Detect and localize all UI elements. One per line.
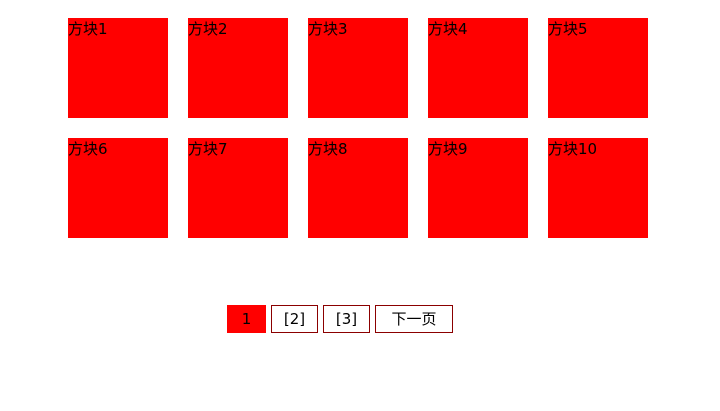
page-link-3[interactable]: [3] [323, 305, 370, 333]
tile-label: 方块2 [188, 20, 228, 38]
next-page-button[interactable]: 下一页 [375, 305, 453, 333]
tile-label: 方块9 [428, 140, 468, 158]
tile-4: 方块4 [428, 18, 528, 118]
tile-9: 方块9 [428, 138, 528, 238]
tile-7: 方块7 [188, 138, 288, 238]
tile-label: 方块10 [548, 140, 598, 158]
tile-grid: 方块1 方块2 方块3 方块4 方块5 方块6 方块7 方块8 方块9 方块10 [68, 18, 648, 238]
tile-1: 方块1 [68, 18, 168, 118]
tile-label: 方块3 [308, 20, 348, 38]
tile-2: 方块2 [188, 18, 288, 118]
tile-8: 方块8 [308, 138, 408, 238]
page-current: 1 [227, 305, 266, 333]
tile-label: 方块1 [68, 20, 108, 38]
tile-5: 方块5 [548, 18, 648, 118]
page-link-2[interactable]: [2] [271, 305, 318, 333]
tile-label: 方块4 [428, 20, 468, 38]
tile-10: 方块10 [548, 138, 648, 238]
tile-label: 方块6 [68, 140, 108, 158]
tile-6: 方块6 [68, 138, 168, 238]
tile-label: 方块5 [548, 20, 588, 38]
tile-label: 方块8 [308, 140, 348, 158]
tile-label: 方块7 [188, 140, 228, 158]
pagination: 1 [2] [3] 下一页 [227, 305, 453, 333]
tile-3: 方块3 [308, 18, 408, 118]
